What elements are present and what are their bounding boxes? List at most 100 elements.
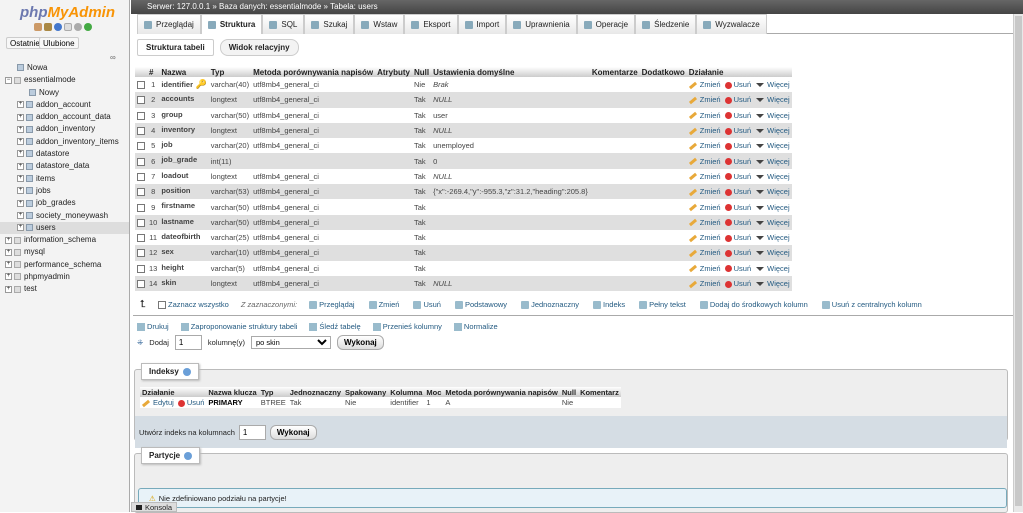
tree-item-mysql[interactable]: + mysql [0, 246, 129, 258]
more-dropdown[interactable]: Więcej [751, 172, 790, 181]
subtab-relation-view[interactable]: Widok relacyjny [219, 39, 299, 56]
bulk-zmien-button[interactable]: Zmień [368, 300, 399, 309]
bulk-dodaj-do-s-rodkowych-kolumn-button[interactable]: Dodaj do środkowych kolumn [699, 300, 808, 309]
tree-item-addon-account-data[interactable]: + addon_account_data [0, 111, 129, 123]
row-checkbox[interactable] [137, 280, 145, 289]
more-dropdown[interactable]: Więcej [751, 157, 790, 166]
select-all[interactable]: Zaznacz wszystko [157, 300, 229, 309]
change-link[interactable]: Zmień [688, 218, 721, 227]
tab-uprawnienia[interactable]: Uprawnienia [506, 14, 577, 34]
expand-icon[interactable]: + [17, 162, 24, 170]
tree-item-performance-schema[interactable]: + performance_schema [0, 259, 129, 271]
drop-link[interactable]: Usuń [721, 264, 751, 273]
change-link[interactable]: Zmień [688, 233, 721, 242]
phpmyadmin-logo[interactable]: phpMyAdmin [20, 4, 115, 21]
expand-icon[interactable]: + [17, 211, 24, 219]
expand-icon[interactable]: + [5, 285, 12, 293]
expand-icon[interactable]: + [17, 125, 24, 133]
header-ustawienia-domys-lne[interactable]: Ustawienia domyślne [431, 67, 590, 77]
help-icon[interactable] [182, 367, 191, 376]
drop-link[interactable]: Usuń [721, 233, 751, 242]
tab-s-ledzenie[interactable]: Śledzenie [635, 14, 697, 34]
header-dodatkowo[interactable]: Dodatkowo [639, 67, 687, 77]
link-icon[interactable]: ∞ [110, 53, 116, 62]
home-icon[interactable] [34, 23, 42, 31]
row-checkbox[interactable] [137, 249, 145, 258]
row-checkbox[interactable] [137, 157, 145, 166]
expand-icon[interactable]: + [17, 224, 24, 232]
drop-link[interactable]: Usuń [721, 80, 751, 89]
subtab-table-structure[interactable]: Struktura tabeli [137, 39, 214, 56]
tab-eksport[interactable]: Eksport [404, 14, 458, 34]
more-dropdown[interactable]: Więcej [751, 248, 790, 257]
change-link[interactable]: Zmień [688, 203, 721, 212]
drop-link[interactable]: Usuń [721, 126, 751, 135]
help-icon[interactable] [54, 23, 62, 31]
row-checkbox[interactable] [137, 218, 145, 227]
bulk-pe-ny-tekst-button[interactable]: Pełny tekst [639, 300, 686, 309]
row-checkbox[interactable] [137, 203, 145, 212]
tree-item-datastore-data[interactable]: + datastore_data [0, 160, 129, 172]
expand-icon[interactable]: + [5, 236, 12, 244]
bulk-usun-button[interactable]: Usuń [413, 300, 441, 309]
bulk-jednoznaczny-button[interactable]: Jednoznaczny [521, 300, 579, 309]
console-toggle[interactable]: Konsola [131, 502, 178, 512]
change-link[interactable]: Zmień [688, 95, 721, 104]
drop-link[interactable]: Usuń [721, 157, 751, 166]
row-checkbox[interactable] [137, 142, 145, 151]
tab-import[interactable]: Import [457, 14, 507, 34]
header-[interactable]: # [147, 67, 160, 77]
more-dropdown[interactable]: Więcej [751, 141, 790, 150]
drop-index-link[interactable]: Usuń [174, 398, 204, 407]
header-dzia-anie[interactable]: Działanie [686, 67, 792, 77]
position-select[interactable]: po skin [251, 336, 331, 349]
tree-item-nowy[interactable]: Nowy [0, 87, 129, 99]
drop-link[interactable]: Usuń [721, 218, 751, 227]
edit-index-link[interactable]: Edytuj [141, 398, 174, 407]
tree-item-addon-inventory[interactable]: + addon_inventory [0, 123, 129, 135]
expand-icon[interactable]: + [17, 113, 24, 121]
zaproponowanie-struktury-tabeli-link[interactable]: Zaproponowanie struktury tabeli [180, 322, 297, 332]
expand-icon[interactable]: + [17, 199, 24, 207]
tab-wstaw[interactable]: Wstaw [354, 14, 405, 34]
header-null[interactable]: Null [412, 67, 432, 77]
collapse-icon[interactable]: − [5, 76, 12, 84]
more-dropdown[interactable]: Więcej [751, 95, 790, 104]
drop-link[interactable]: Usuń [721, 248, 751, 257]
change-link[interactable]: Zmień [688, 279, 721, 288]
tab-wyzwalacze[interactable]: Wyzwalacze [696, 14, 767, 34]
change-link[interactable]: Zmień [688, 248, 721, 257]
drop-link[interactable]: Usuń [721, 95, 751, 104]
tab-przegla-daj[interactable]: Przeglądaj [137, 14, 201, 34]
logout-icon[interactable] [44, 23, 52, 31]
gear-icon[interactable] [74, 23, 82, 31]
expand-icon[interactable]: + [17, 150, 24, 158]
header-typ[interactable]: Typ [208, 67, 252, 77]
expand-icon[interactable]: + [17, 187, 24, 195]
tree-item-nowa[interactable]: Nowa [0, 62, 129, 74]
expand-icon[interactable]: + [5, 261, 12, 269]
drop-link[interactable]: Usuń [721, 187, 751, 196]
more-dropdown[interactable]: Więcej [751, 203, 790, 212]
row-checkbox[interactable] [137, 188, 145, 197]
breadcrumb[interactable]: Serwer: 127.0.0.1 » Baza danych: essenti… [131, 0, 1023, 14]
change-link[interactable]: Zmień [688, 111, 721, 120]
reload-icon[interactable] [84, 23, 92, 31]
header-nazwa[interactable]: Nazwa [159, 67, 209, 77]
row-checkbox[interactable] [137, 264, 145, 273]
tab-sql[interactable]: SQL [262, 14, 305, 34]
scrollbar[interactable] [1013, 14, 1023, 512]
more-dropdown[interactable]: Więcej [751, 279, 790, 288]
index-columns-input[interactable] [238, 424, 266, 440]
favorites-button[interactable]: Ulubione [39, 37, 79, 49]
tree-item-jobs[interactable]: + jobs [0, 185, 129, 197]
add-column-go-button[interactable]: Wykonaj [337, 335, 384, 350]
more-dropdown[interactable]: Więcej [751, 187, 790, 196]
tree-item-items[interactable]: + items [0, 173, 129, 185]
drop-link[interactable]: Usuń [721, 141, 751, 150]
tree-item-users[interactable]: + users [0, 221, 129, 235]
change-link[interactable]: Zmień [688, 172, 721, 181]
expand-icon[interactable]: + [17, 138, 24, 146]
more-dropdown[interactable]: Więcej [751, 233, 790, 242]
header-metoda-poro-wnywania-napiso-w[interactable]: Metoda porównywania napisów [251, 67, 376, 77]
